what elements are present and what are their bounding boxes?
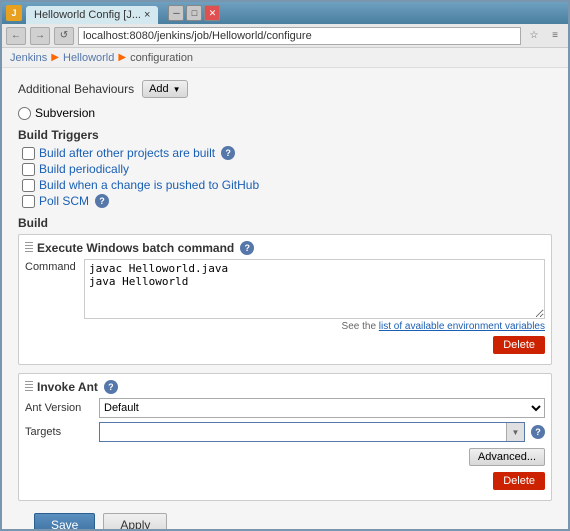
active-tab[interactable]: Helloworld Config [J... ×	[26, 6, 158, 24]
targets-row: Targets ▼ ?	[25, 422, 545, 442]
menu-icon[interactable]: ≡	[546, 27, 564, 45]
breadcrumb-sep2: ▶	[118, 52, 126, 63]
breadcrumb-sep1: ▶	[51, 52, 59, 63]
command-row: Command javac Helloworld.java java Hello…	[25, 259, 545, 319]
invoke-ant-block: Invoke Ant ? Ant Version Default Targets	[18, 373, 552, 501]
execute-windows-block: Execute Windows batch command ? Command …	[18, 234, 552, 365]
breadcrumb-helloworld[interactable]: Helloworld	[63, 52, 114, 64]
forward-button[interactable]: →	[30, 27, 50, 45]
execute-windows-help-icon[interactable]: ?	[240, 241, 254, 255]
command-label: Command	[25, 259, 80, 273]
build-section: Build Execute Windows batch command ? Co…	[18, 216, 552, 501]
delete2-row: Delete	[25, 468, 545, 494]
drag-handle-icon[interactable]	[25, 242, 33, 254]
trigger1-label: Build after other projects are built	[39, 146, 215, 160]
trigger3-checkbox[interactable]	[22, 179, 35, 192]
breadcrumb-jenkins[interactable]: Jenkins	[10, 52, 47, 64]
ant-version-row: Ant Version Default	[25, 398, 545, 418]
invoke-ant-header: Invoke Ant ?	[25, 380, 545, 394]
action-buttons-row: Save Apply	[18, 505, 552, 529]
targets-input-group: ▼	[99, 422, 525, 442]
add-btn-label: Add	[149, 83, 169, 95]
trigger4-label: Poll SCM	[39, 194, 89, 208]
ant-advanced-row: Advanced...	[25, 446, 545, 468]
main-content: Additional Behaviours Add ▼ Subversion B…	[2, 68, 568, 529]
trigger2-row: Build periodically	[18, 162, 552, 176]
trigger1-checkbox[interactable]	[22, 147, 35, 160]
maximize-button[interactable]: □	[186, 5, 202, 21]
trigger4-help-icon[interactable]: ?	[95, 194, 109, 208]
trigger1-help-icon[interactable]: ?	[221, 146, 235, 160]
trigger1-row: Build after other projects are built ?	[18, 146, 552, 160]
env-vars-prefix: See the	[342, 321, 379, 332]
star-icon[interactable]: ☆	[525, 27, 543, 45]
execute-windows-title: Execute Windows batch command	[37, 241, 234, 255]
breadcrumb-configuration: configuration	[130, 52, 193, 64]
env-vars-link-row: See the list of available environment va…	[25, 321, 545, 332]
additional-behaviours-label: Additional Behaviours	[18, 82, 134, 96]
trigger3-row: Build when a change is pushed to GitHub	[18, 178, 552, 192]
subversion-radio[interactable]	[18, 107, 31, 120]
delete1-row: Delete	[25, 332, 545, 358]
browser-bar: ← → ↺ ☆ ≡	[2, 24, 568, 48]
content-area: Additional Behaviours Add ▼ Subversion B…	[2, 68, 568, 529]
invoke-ant-help-icon[interactable]: ?	[104, 380, 118, 394]
save-button[interactable]: Save	[34, 513, 95, 529]
subversion-label: Subversion	[35, 106, 95, 120]
command-textarea[interactable]: javac Helloworld.java java Helloworld	[84, 259, 545, 319]
close-button[interactable]: ✕	[204, 5, 220, 21]
targets-input[interactable]	[100, 423, 506, 441]
additional-behaviours-row: Additional Behaviours Add ▼	[18, 76, 552, 98]
tab-list: Helloworld Config [J... ×	[26, 2, 160, 24]
targets-help-icon[interactable]: ?	[531, 425, 545, 439]
advanced-button[interactable]: Advanced...	[469, 448, 545, 466]
window-controls: ─ □ ✕	[168, 5, 220, 21]
address-bar[interactable]	[78, 27, 521, 45]
window-frame: J Helloworld Config [J... × ─ □ ✕ ← → ↺	[0, 0, 570, 531]
add-button[interactable]: Add ▼	[142, 80, 188, 98]
trigger4-row: Poll SCM ?	[18, 194, 552, 208]
delete1-button[interactable]: Delete	[493, 336, 545, 354]
browser-icon-group: ☆ ≡	[525, 27, 564, 45]
execute-windows-header: Execute Windows batch command ?	[25, 241, 545, 255]
breadcrumb: Jenkins ▶ Helloworld ▶ configuration	[2, 48, 568, 68]
back-button[interactable]: ←	[6, 27, 26, 45]
delete2-button[interactable]: Delete	[493, 472, 545, 490]
minimize-button[interactable]: ─	[168, 5, 184, 21]
ant-version-label: Ant Version	[25, 402, 95, 414]
trigger2-label: Build periodically	[39, 162, 129, 176]
ant-drag-handle-icon[interactable]	[25, 381, 33, 393]
apply-button[interactable]: Apply	[103, 513, 167, 529]
targets-label: Targets	[25, 426, 95, 438]
app-icon: J	[6, 5, 22, 21]
trigger3-label: Build when a change is pushed to GitHub	[39, 178, 259, 192]
subversion-row: Subversion	[18, 106, 552, 120]
targets-dropdown-icon[interactable]: ▼	[506, 423, 524, 441]
tab-label: Helloworld Config [J... ×	[34, 9, 150, 21]
add-btn-arrow-icon: ▼	[173, 85, 181, 94]
trigger2-checkbox[interactable]	[22, 163, 35, 176]
invoke-ant-title: Invoke Ant	[37, 380, 98, 394]
build-header: Build	[18, 216, 552, 230]
build-triggers-header: Build Triggers	[18, 128, 552, 142]
title-bar: J Helloworld Config [J... × ─ □ ✕	[2, 2, 568, 24]
env-vars-link[interactable]: list of available environment variables	[379, 321, 545, 332]
ant-version-select[interactable]: Default	[99, 398, 545, 418]
refresh-button[interactable]: ↺	[54, 27, 74, 45]
trigger4-checkbox[interactable]	[22, 195, 35, 208]
